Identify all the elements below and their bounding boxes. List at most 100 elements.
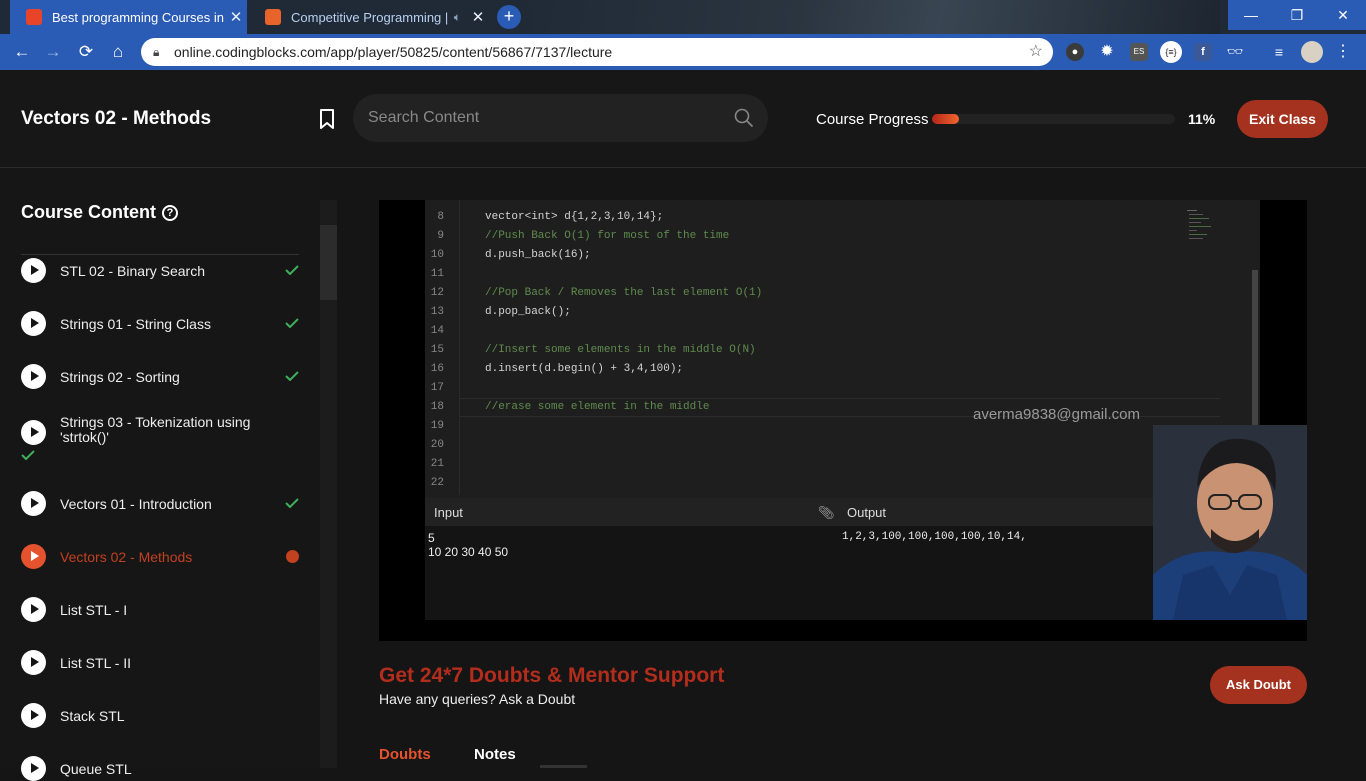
search-input[interactable]: Search Content <box>353 94 768 142</box>
address-bar[interactable]: 🔒︎ online.codingblocks.com/app/player/50… <box>141 38 1053 66</box>
watermark-email: averma9838@gmail.com <box>973 406 1140 423</box>
checkmark-icon <box>285 265 299 275</box>
player-header: Vectors 02 - Methods Search Content Cour… <box>0 70 1366 168</box>
minimize-button[interactable]: — <box>1228 0 1274 30</box>
gear-extension-icon[interactable]: ✹ <box>1098 43 1116 61</box>
line-number: 9 <box>437 230 444 242</box>
line-text: //Pop Back / Removes the last element O(… <box>485 287 763 299</box>
reload-icon[interactable]: ⟳ <box>75 41 97 63</box>
playlist-extension-icon[interactable]: ≡ <box>1270 43 1288 61</box>
glasses-extension-icon[interactable]: 👓︎ <box>1226 43 1244 61</box>
course-progress-percent: 11% <box>1188 111 1216 127</box>
menu-icon[interactable]: ⋮ <box>1334 43 1352 61</box>
bookmark-icon[interactable] <box>318 108 336 130</box>
ninja-extension-icon[interactable]: ● <box>1066 43 1084 61</box>
paperclip-icon: 📎︎ <box>818 505 835 520</box>
code-line: 10 d.push_back(16); <box>425 246 1225 265</box>
line-number: 12 <box>430 287 444 299</box>
tab-notes[interactable]: Notes <box>474 746 516 763</box>
play-icon[interactable] <box>21 597 46 622</box>
close-tab-icon[interactable]: ✕ <box>467 8 489 26</box>
line-number: 21 <box>430 458 444 470</box>
play-icon[interactable] <box>21 544 46 569</box>
tab-title: Best programming Courses in De <box>52 9 225 25</box>
sidebar-scrollbar-thumb[interactable] <box>320 225 337 300</box>
sidebar-item-strings-03[interactable]: Strings 03 - Tokenization using 'strtok(… <box>21 414 301 465</box>
home-icon[interactable]: ⌂ <box>107 41 129 63</box>
input-label: Input <box>434 505 463 520</box>
ask-doubt-button[interactable]: Ask Doubt <box>1210 666 1307 704</box>
forward-arrow-icon[interactable]: → <box>42 41 64 63</box>
line-number: 22 <box>430 477 444 489</box>
code-line: 14 <box>425 322 1225 341</box>
code-line: 17 <box>425 379 1225 398</box>
checkmark-icon <box>285 318 299 328</box>
play-icon[interactable] <box>21 311 46 336</box>
video-io-panel: Input 📎︎ Output 5 10 20 30 40 50 1,2,3,1… <box>425 498 1260 620</box>
close-tab-icon[interactable]: ✕ <box>225 8 247 26</box>
course-content-sidebar: Course Content? STL 02 - Binary Search S… <box>0 169 320 781</box>
play-icon[interactable] <box>21 650 46 675</box>
line-text: //Push Back O(1) for most of the time <box>485 230 730 242</box>
search-icon[interactable] <box>734 108 754 128</box>
line-number: 20 <box>430 439 444 451</box>
play-icon[interactable] <box>21 703 46 728</box>
checkmark-icon <box>285 498 299 508</box>
line-number: 13 <box>430 306 444 318</box>
help-icon[interactable]: ? <box>162 205 178 221</box>
line-number: 14 <box>430 325 444 337</box>
lecture-label: Strings 02 - Sorting <box>60 369 180 385</box>
page-title: Vectors 02 - Methods <box>21 108 212 129</box>
browser-tab-bar: Best programming Courses in De ✕ Competi… <box>0 0 1366 34</box>
lecture-label: List STL - II <box>60 655 132 671</box>
back-arrow-icon[interactable]: ← <box>11 41 33 63</box>
lecture-label: Queue STL <box>60 761 132 777</box>
course-progress-bar <box>932 114 1175 124</box>
lecture-label: Strings 01 - String Class <box>60 316 211 332</box>
line-number: 16 <box>430 363 444 375</box>
code-line: 20 <box>425 436 1225 455</box>
line-number: 17 <box>430 382 444 394</box>
browser-tab-inactive[interactable]: Competitive Programming | 🔈︎ ✕ <box>249 0 489 34</box>
browser-toolbar: ← → ⟳ ⌂ 🔒︎ online.codingblocks.com/app/p… <box>0 34 1366 70</box>
window-background <box>520 0 1220 34</box>
line-number: 19 <box>430 420 444 432</box>
play-icon[interactable] <box>21 420 46 445</box>
tab-doubts[interactable]: Doubts <box>379 746 431 763</box>
line-text: d.insert(d.begin() + 3,4,100); <box>485 363 684 375</box>
course-content-title: Course Content <box>21 202 156 222</box>
profile-avatar[interactable] <box>1301 41 1323 63</box>
line-text: //erase some element in the middle <box>485 401 710 413</box>
url-text: online.codingblocks.com/app/player/50825… <box>174 44 613 60</box>
input-value: 5 10 20 30 40 50 <box>428 531 509 559</box>
play-icon[interactable] <box>21 258 46 283</box>
course-progress-fill <box>932 114 959 124</box>
restore-button[interactable]: ❐ <box>1274 0 1320 30</box>
in-progress-dot-icon <box>286 550 299 563</box>
code-line: 11 <box>425 265 1225 284</box>
new-tab-button[interactable]: + <box>497 5 521 29</box>
speaker-muted-icon[interactable]: 🔈︎ <box>454 10 461 25</box>
output-value: 1,2,3,100,100,100,100,10,14, <box>842 531 1027 543</box>
lecture-label: List STL - I <box>60 602 128 618</box>
bookmark-star-icon[interactable]: ☆ <box>1029 38 1043 66</box>
line-text: //Insert some elements in the middle O(N… <box>485 344 756 356</box>
checkmark-icon <box>21 450 35 460</box>
json-extension-icon[interactable]: {≡} <box>1160 41 1182 63</box>
close-window-button[interactable]: ✕ <box>1320 0 1366 30</box>
line-text: vector<int> d{1,2,3,10,14}; <box>485 211 664 223</box>
code-line: 15 //Insert some elements in the middle O… <box>425 341 1225 360</box>
play-icon[interactable] <box>21 491 46 516</box>
lecture-label-continued: 'strtok()' <box>60 429 109 445</box>
instructor-webcam <box>1153 425 1307 620</box>
facebook-extension-icon[interactable]: f <box>1194 43 1212 61</box>
line-number: 15 <box>430 344 444 356</box>
es-extension-icon[interactable]: ES <box>1130 43 1148 61</box>
play-icon[interactable] <box>21 364 46 389</box>
line-number: 10 <box>430 249 444 261</box>
line-number: 11 <box>430 268 444 280</box>
codingblocks-favicon-icon <box>26 9 42 25</box>
browser-tab-active[interactable]: Best programming Courses in De ✕ <box>10 0 247 34</box>
exit-class-button[interactable]: Exit Class <box>1237 100 1328 138</box>
play-icon[interactable] <box>21 756 46 781</box>
